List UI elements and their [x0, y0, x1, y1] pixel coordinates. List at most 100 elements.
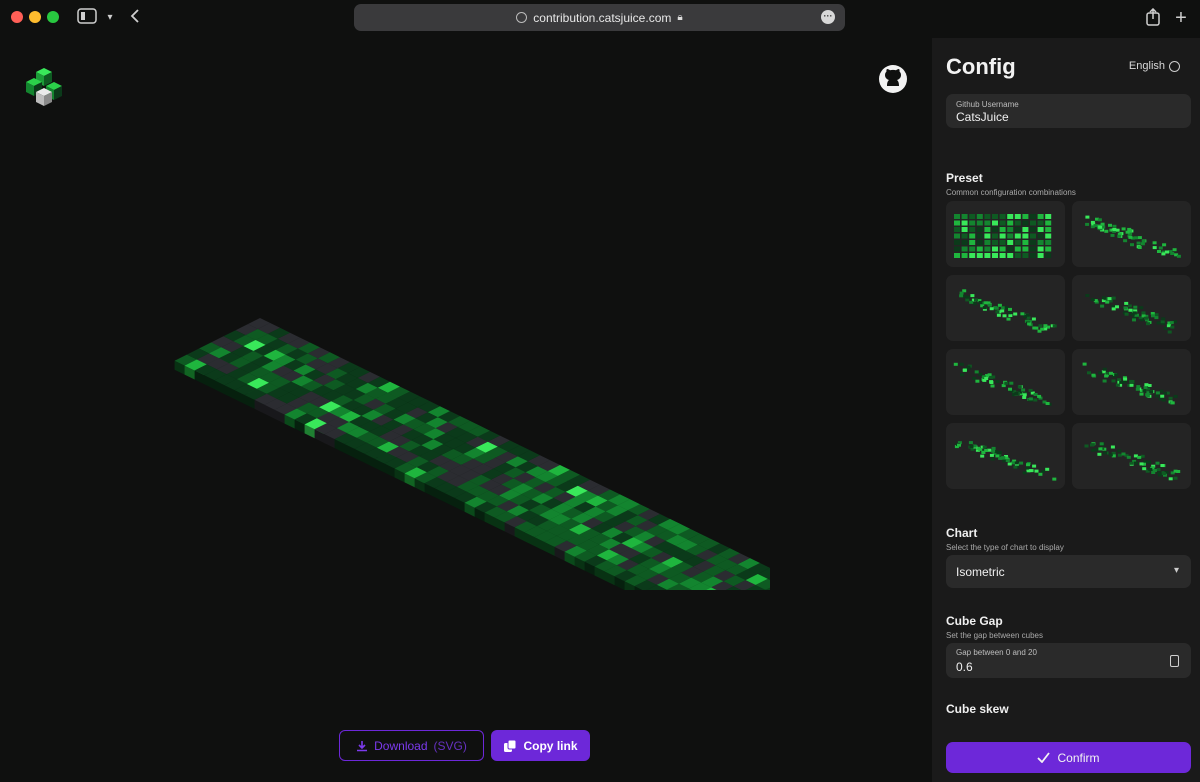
- preset-cell: [989, 375, 994, 379]
- preset-card[interactable]: [946, 423, 1065, 489]
- preset-cell: [954, 240, 960, 245]
- preset-cell: [990, 457, 995, 461]
- preset-cell: [1041, 470, 1045, 474]
- cube-gap-title: Cube Gap: [946, 614, 1003, 628]
- preset-cell: [1162, 391, 1167, 395]
- preset-cell: [969, 445, 974, 448]
- preset-cell: [978, 373, 983, 377]
- preset-cell: [1020, 312, 1025, 316]
- preset-card[interactable]: [946, 349, 1065, 415]
- preset-cell: [1037, 246, 1044, 252]
- preset-cell: [1040, 327, 1045, 331]
- more-icon[interactable]: ···: [821, 10, 835, 24]
- preset-cell: [1172, 248, 1177, 252]
- preset-cell: [1022, 227, 1029, 232]
- preset-cell: [969, 253, 976, 258]
- preset-cell: [1030, 240, 1036, 245]
- preset-cell: [1109, 371, 1113, 375]
- preset-cell: [974, 298, 978, 302]
- preset-cell: [1037, 233, 1044, 239]
- preset-thumbnail: [1084, 442, 1181, 481]
- cube-gap-label: Gap between 0 and 20: [956, 648, 1037, 657]
- preset-thumbnail: [1082, 362, 1178, 405]
- preset-cell: [1022, 233, 1029, 239]
- cube-gap-input[interactable]: Gap between 0 and 20 0.6: [946, 643, 1191, 678]
- preset-cell: [954, 253, 960, 258]
- preset-card[interactable]: [946, 275, 1065, 341]
- copy-link-button[interactable]: Copy link: [491, 730, 590, 761]
- preset-cell: [1037, 227, 1044, 232]
- github-icon[interactable]: [878, 64, 908, 94]
- preset-cell: [976, 220, 983, 226]
- share-icon[interactable]: [1142, 7, 1164, 28]
- close-window-button[interactable]: [11, 11, 23, 23]
- preset-cell: [1161, 472, 1166, 475]
- preset-cell: [1037, 394, 1042, 398]
- preset-card[interactable]: [1072, 423, 1191, 489]
- preset-cell: [1026, 316, 1031, 320]
- preset-cell: [1014, 392, 1019, 395]
- preset-cell: [1100, 222, 1105, 226]
- clipboard-icon[interactable]: [1170, 655, 1179, 667]
- preset-cell: [1022, 220, 1029, 226]
- preset-cell: [1022, 246, 1029, 252]
- preset-cell: [992, 233, 998, 239]
- preset-cell: [1152, 246, 1157, 250]
- preset-cell: [1129, 383, 1134, 387]
- preset-cell: [991, 449, 996, 453]
- preset-card[interactable]: [946, 201, 1065, 267]
- preset-cell: [969, 227, 976, 232]
- chevron-down-icon[interactable]: ▾: [99, 8, 121, 28]
- preset-cell: [1108, 223, 1112, 227]
- preset-cell: [1043, 324, 1048, 328]
- preset-cell: [1027, 322, 1032, 326]
- preset-cell: [999, 246, 1006, 252]
- preset-cell: [1022, 396, 1027, 399]
- preset-cell: [1173, 394, 1178, 398]
- browser-toolbar: ▾ contribution.catsjuice.com 🔒︎ ··· +: [0, 0, 1200, 38]
- preset-cell: [970, 294, 975, 298]
- preset-cell: [1099, 442, 1104, 446]
- preset-cell: [987, 303, 992, 307]
- preset-cell: [1137, 455, 1142, 459]
- username-field[interactable]: Github Username CatsJuice: [946, 94, 1191, 128]
- preset-cell: [1156, 468, 1161, 471]
- download-label: Download: [374, 738, 428, 753]
- preset-cell: [987, 373, 992, 377]
- preset-cell: [1127, 304, 1132, 308]
- preset-cell: [1157, 471, 1162, 475]
- preset-cell: [1014, 246, 1021, 252]
- download-format: (SVG): [433, 738, 467, 753]
- preset-card[interactable]: [1072, 349, 1191, 415]
- chart-type-select[interactable]: Isometric ▾: [946, 555, 1191, 588]
- preset-cell: [961, 227, 968, 232]
- preset-subtitle: Common configuration combinations: [946, 188, 1076, 197]
- preset-cell: [1168, 396, 1173, 400]
- new-tab-icon[interactable]: +: [1170, 8, 1192, 28]
- back-button[interactable]: [124, 8, 146, 28]
- language-switch[interactable]: English: [1129, 60, 1180, 72]
- preset-cell: [1155, 461, 1160, 465]
- preset-card[interactable]: [1072, 275, 1191, 341]
- preset-cell: [1014, 240, 1021, 245]
- isometric-contribution-chart: [174, 318, 770, 590]
- minimize-window-button[interactable]: [29, 11, 41, 23]
- preset-cell: [1123, 377, 1128, 381]
- preset-cell: [992, 246, 998, 252]
- preset-cell: [1159, 389, 1164, 393]
- preset-cell: [1128, 308, 1133, 312]
- username-value[interactable]: CatsJuice: [956, 110, 1009, 124]
- address-bar[interactable]: contribution.catsjuice.com 🔒︎ ···: [354, 4, 845, 31]
- preset-cell: [980, 454, 985, 458]
- maximize-window-button[interactable]: [47, 11, 59, 23]
- cube-gap-subtitle: Set the gap between cubes: [946, 631, 1043, 640]
- preset-card[interactable]: [1072, 201, 1191, 267]
- preset-cell: [1085, 215, 1090, 219]
- preset-cell: [1030, 253, 1036, 258]
- confirm-button[interactable]: Confirm: [946, 742, 1191, 773]
- download-svg-button[interactable]: Download (SVG): [339, 730, 484, 761]
- sidebar-toggle-icon[interactable]: [76, 8, 98, 28]
- cube-gap-value[interactable]: 0.6: [956, 660, 973, 674]
- app-logo-icon[interactable]: [22, 66, 68, 112]
- preset-cell: [1139, 306, 1144, 310]
